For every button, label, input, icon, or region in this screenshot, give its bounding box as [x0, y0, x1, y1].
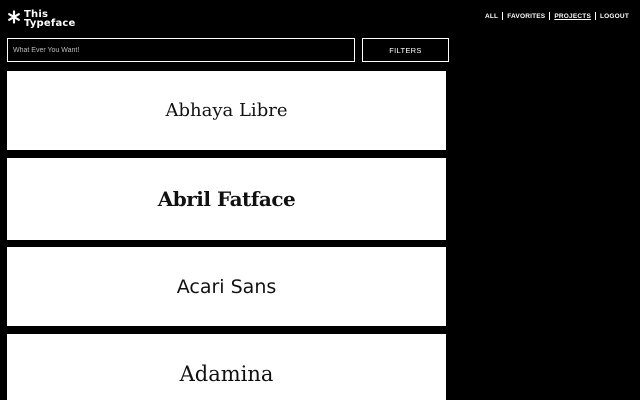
font-name: Adamina	[179, 362, 274, 386]
search-input[interactable]	[7, 38, 355, 62]
font-card-acari-sans[interactable]: Acari Sans	[7, 247, 446, 326]
nav-logout[interactable]: LOGOUT	[596, 13, 633, 20]
logo-text: This Typeface	[24, 10, 76, 29]
logo-line-2: Typeface	[24, 18, 76, 29]
page: This Typeface ALL FAVORITES PROJECTS LOG…	[0, 0, 640, 400]
asterisk-star-icon	[8, 10, 20, 24]
logo[interactable]: This Typeface	[7, 8, 76, 30]
nav-all[interactable]: ALL	[481, 13, 502, 20]
font-name: Abril Fatface	[157, 187, 296, 211]
font-card-adamina[interactable]: Adamina	[7, 334, 446, 400]
top-nav: ALL FAVORITES PROJECTS LOGOUT	[481, 12, 633, 20]
font-name: Acari Sans	[176, 275, 277, 298]
nav-favorites[interactable]: FAVORITES	[503, 13, 549, 20]
font-card-abhaya-libre[interactable]: Abhaya Libre	[7, 71, 446, 150]
nav-projects[interactable]: PROJECTS	[550, 13, 595, 20]
filters-button[interactable]: FILTERS	[362, 38, 449, 62]
font-name: Abhaya Libre	[165, 100, 288, 121]
font-card-abril-fatface[interactable]: Abril Fatface	[7, 158, 446, 240]
